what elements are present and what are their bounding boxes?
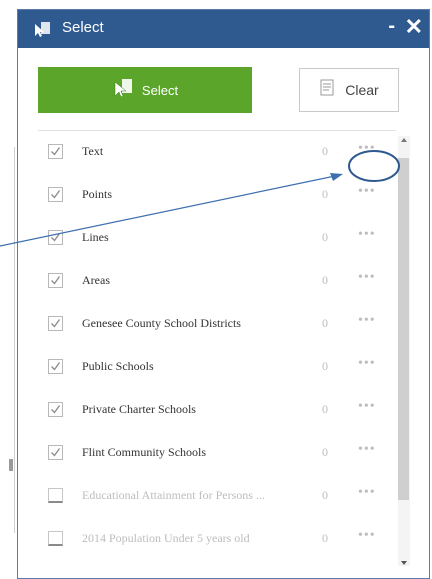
layer-name: Private Charter Schools [82, 402, 196, 416]
layer-options-icon[interactable]: ••• [358, 184, 376, 200]
layer-options-icon[interactable]: ••• [358, 270, 376, 286]
scroll-up-icon[interactable] [401, 138, 407, 142]
layer-row: Educational Attainment for Persons ... 0… [38, 477, 396, 517]
layer-options-icon[interactable]: ••• [358, 399, 376, 415]
background-panel [0, 147, 15, 533]
layer-row: Public Schools 0 ••• [38, 348, 396, 388]
layer-row: 2014 Population Under 5 years old 0 ••• [38, 520, 396, 560]
layer-checkbox[interactable] [48, 402, 63, 417]
layer-name: Public Schools [82, 359, 154, 373]
layer-selected-count: 0 [322, 488, 328, 502]
layer-options-icon[interactable]: ••• [358, 442, 376, 458]
layer-selected-count: 0 [322, 230, 328, 244]
layer-row: Points 0 ••• [38, 176, 396, 216]
clear-button[interactable]: Clear [299, 68, 399, 112]
scrollbar-thumb[interactable] [398, 158, 409, 500]
layer-options-icon[interactable]: ••• [358, 356, 376, 372]
layer-checkbox[interactable] [48, 445, 63, 460]
layer-selected-count: 0 [322, 144, 328, 158]
layer-name: Educational Attainment for Persons ... [82, 488, 265, 502]
layer-row: Flint Community Schools 0 ••• [38, 434, 396, 474]
layer-list: Text 0 ••• Points 0 ••• Lines 0 ••• Area… [38, 130, 396, 571]
layer-row: Private Charter Schools 0 ••• [38, 391, 396, 431]
layer-row: Genesee County School Districts 0 ••• [38, 305, 396, 345]
layer-name: Text [82, 144, 104, 158]
layer-selected-count: 0 [322, 316, 328, 330]
layer-options-icon[interactable]: ••• [358, 528, 376, 544]
layer-name: Genesee County School Districts [82, 316, 241, 330]
dialog-title: Select [62, 19, 104, 36]
layer-checkbox[interactable] [48, 144, 63, 159]
background-panel-tick [9, 459, 13, 471]
close-button[interactable]: ✕ [405, 14, 423, 40]
layer-name: Points [82, 187, 113, 201]
layer-options-icon[interactable]: ••• [358, 141, 376, 157]
scroll-down-icon[interactable] [401, 561, 407, 565]
layer-selected-count: 0 [322, 445, 328, 459]
clear-selection-icon [319, 78, 337, 103]
layer-selected-count: 0 [322, 359, 328, 373]
layer-row: Lines 0 ••• [38, 219, 396, 259]
select-button-label: Select [141, 82, 179, 98]
select-tool-icon [112, 77, 134, 104]
layer-name: Lines [82, 230, 109, 244]
layer-checkbox[interactable] [48, 488, 63, 503]
layer-selected-count: 0 [322, 402, 328, 416]
minimize-button[interactable]: - [388, 15, 395, 38]
select-tool-icon [32, 20, 52, 43]
select-button[interactable]: Select [38, 67, 252, 113]
select-dialog: Select - ✕ Select Clear Text 0 ••• Point… [17, 9, 430, 579]
layer-selected-count: 0 [322, 531, 328, 545]
layer-options-icon[interactable]: ••• [358, 485, 376, 501]
layer-selected-count: 0 [322, 187, 328, 201]
layer-selected-count: 0 [322, 273, 328, 287]
layer-name: Flint Community Schools [82, 445, 207, 459]
layer-name: 2014 Population Under 5 years old [82, 531, 250, 545]
layer-checkbox[interactable] [48, 359, 63, 374]
clear-button-label: Clear [345, 82, 379, 98]
layer-name: Areas [82, 273, 110, 287]
layer-checkbox[interactable] [48, 230, 63, 245]
layer-checkbox[interactable] [48, 316, 63, 331]
title-bar[interactable]: Select - ✕ [18, 10, 429, 48]
layer-checkbox[interactable] [48, 273, 63, 288]
layer-options-icon[interactable]: ••• [358, 227, 376, 243]
layer-row: Text 0 ••• [38, 133, 396, 173]
layer-checkbox[interactable] [48, 187, 63, 202]
layer-checkbox[interactable] [48, 531, 63, 546]
layer-row: Areas 0 ••• [38, 262, 396, 302]
layer-options-icon[interactable]: ••• [358, 313, 376, 329]
